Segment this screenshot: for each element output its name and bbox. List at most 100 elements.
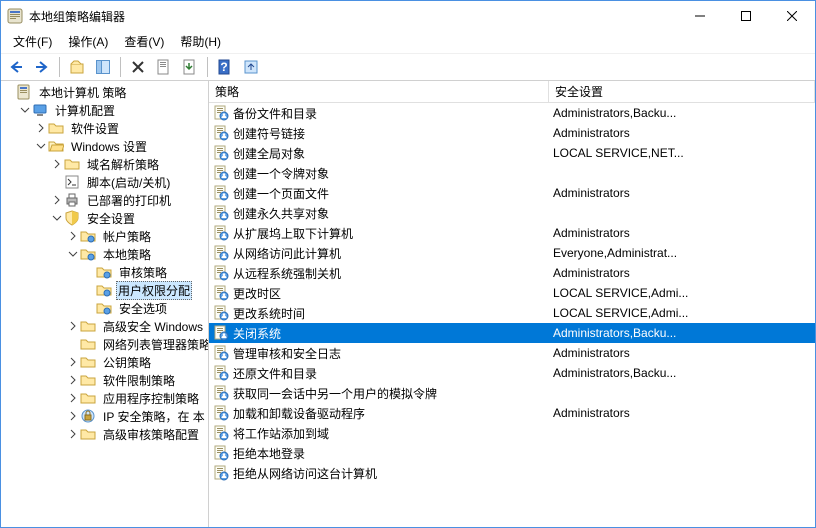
up-button[interactable] [66, 56, 88, 78]
expander-closed-icon[interactable] [67, 374, 79, 386]
properties-button[interactable] [153, 56, 175, 78]
expander-closed-icon[interactable] [67, 392, 79, 404]
tree-item[interactable]: 帐户策略 [1, 227, 209, 245]
expander-none [83, 284, 95, 296]
expander-open-icon[interactable] [67, 248, 79, 260]
list-row[interactable]: 更改系统时间LOCAL SERVICE,Admi... [209, 303, 815, 323]
expander-open-icon[interactable] [19, 104, 31, 116]
app-icon [7, 8, 23, 24]
policy-name: 将工作站添加到域 [233, 425, 329, 442]
expander-closed-icon[interactable] [67, 230, 79, 242]
policy-icon [213, 345, 229, 361]
tree-item-label: 网络列表管理器策略 [103, 338, 209, 352]
list-row[interactable]: 创建永久共享对象 [209, 203, 815, 223]
close-button[interactable] [769, 1, 815, 31]
minimize-button[interactable] [677, 1, 723, 31]
list-row[interactable]: 创建符号链接Administrators [209, 123, 815, 143]
expander-closed-icon[interactable] [51, 194, 63, 206]
tree-item[interactable]: 网络列表管理器策略 [1, 335, 209, 353]
policy-name: 更改时区 [233, 285, 281, 302]
list-row[interactable]: 创建一个页面文件Administrators [209, 183, 815, 203]
expander-closed-icon[interactable] [67, 356, 79, 368]
tree-item[interactable]: 已部署的打印机 [1, 191, 209, 209]
tree-item[interactable]: 本地计算机 策略 [1, 83, 209, 101]
list-row[interactable]: 创建全局对象LOCAL SERVICE,NET... [209, 143, 815, 163]
expander-closed-icon[interactable] [51, 158, 63, 170]
expander-none [83, 302, 95, 314]
tree-item[interactable]: IP 安全策略，在 本 [1, 407, 209, 425]
tree-item[interactable]: 高级审核策略配置 [1, 425, 209, 443]
refresh-button[interactable] [240, 56, 262, 78]
export-button[interactable] [179, 56, 201, 78]
tree-item[interactable]: 脚本(启动/关机) [1, 173, 209, 191]
tree-item-label: 本地策略 [103, 248, 151, 262]
tree-item-label: 高级审核策略配置 [103, 428, 199, 442]
tree-item[interactable]: 安全选项 [1, 299, 209, 317]
tree-item[interactable]: 本地策略 [1, 245, 209, 263]
policy-setting: Administrators [549, 186, 815, 200]
folder-open-icon [48, 138, 64, 154]
menu-file[interactable]: 文件(F) [5, 31, 60, 52]
list-row[interactable]: 从远程系统强制关机Administrators [209, 263, 815, 283]
forward-button[interactable] [31, 56, 53, 78]
delete-button[interactable] [127, 56, 149, 78]
maximize-button[interactable] [723, 1, 769, 31]
tree-item[interactable]: 用户权限分配 [1, 281, 209, 299]
expander-open-icon[interactable] [35, 140, 47, 152]
folder-icon [48, 120, 64, 136]
expander-closed-icon[interactable] [67, 428, 79, 440]
list-row[interactable]: 管理审核和安全日志Administrators [209, 343, 815, 363]
tree-item-label: 安全选项 [119, 302, 167, 316]
printer-icon [64, 192, 80, 208]
list-row[interactable]: 还原文件和目录Administrators,Backu... [209, 363, 815, 383]
tree-item[interactable]: Windows 设置 [1, 137, 209, 155]
tree-item[interactable]: 应用程序控制策略 [1, 389, 209, 407]
svg-text:?: ? [220, 60, 227, 74]
tree-item[interactable]: 高级安全 Windows [1, 317, 209, 335]
tree-item-label: Windows 设置 [71, 140, 147, 154]
list-row[interactable]: 将工作站添加到域 [209, 423, 815, 443]
computer-icon [32, 102, 48, 118]
back-button[interactable] [5, 56, 27, 78]
help-button[interactable]: ? [214, 56, 236, 78]
list-row[interactable]: 拒绝从网络访问这台计算机 [209, 463, 815, 483]
list-row[interactable]: 从网络访问此计算机Everyone,Administrat... [209, 243, 815, 263]
list-row[interactable]: 备份文件和目录Administrators,Backu... [209, 103, 815, 123]
tree-item[interactable]: 公钥策略 [1, 353, 209, 371]
show-hide-tree-button[interactable] [92, 56, 114, 78]
menu-view[interactable]: 查看(V) [116, 31, 172, 52]
list-row[interactable]: 从扩展坞上取下计算机Administrators [209, 223, 815, 243]
policy-icon [213, 245, 229, 261]
expander-none [83, 266, 95, 278]
column-header-setting[interactable]: 安全设置 [549, 81, 815, 102]
list-body[interactable]: 备份文件和目录Administrators,Backu...创建符号链接Admi… [209, 103, 815, 527]
menu-action[interactable]: 操作(A) [60, 31, 116, 52]
list-row[interactable]: 更改时区LOCAL SERVICE,Admi... [209, 283, 815, 303]
tree-item-label: 软件设置 [71, 122, 119, 136]
expander-closed-icon[interactable] [67, 320, 79, 332]
folder-icon [80, 354, 96, 370]
tree-item[interactable]: 安全设置 [1, 209, 209, 227]
tree-item[interactable]: 软件设置 [1, 119, 209, 137]
list-row[interactable]: 获取同一会话中另一个用户的模拟令牌 [209, 383, 815, 403]
tree-item-label: 脚本(启动/关机) [87, 176, 170, 190]
policy-icon [213, 125, 229, 141]
expander-closed-icon[interactable] [35, 122, 47, 134]
expander-open-icon[interactable] [51, 212, 63, 224]
toolbar-separator [120, 57, 121, 77]
list-row[interactable]: 拒绝本地登录 [209, 443, 815, 463]
list-row[interactable]: 关闭系统Administrators,Backu... [209, 323, 815, 343]
column-header-policy[interactable]: 策略 [209, 81, 549, 102]
tree-item[interactable]: 域名解析策略 [1, 155, 209, 173]
tree-item[interactable]: 审核策略 [1, 263, 209, 281]
tree-item[interactable]: 软件限制策略 [1, 371, 209, 389]
tree-item[interactable]: 计算机配置 [1, 101, 209, 119]
menu-help[interactable]: 帮助(H) [172, 31, 229, 52]
policy-name: 关闭系统 [233, 325, 281, 342]
expander-closed-icon[interactable] [67, 410, 79, 422]
tree-item-label: 域名解析策略 [87, 158, 159, 172]
tree-pane[interactable]: 本地计算机 策略计算机配置软件设置 Windows 设置域名解析策略脚本(启动/关… [1, 81, 209, 527]
list-row[interactable]: 加载和卸载设备驱动程序Administrators [209, 403, 815, 423]
title-bar[interactable]: 本地组策略编辑器 [1, 1, 815, 31]
list-row[interactable]: 创建一个令牌对象 [209, 163, 815, 183]
